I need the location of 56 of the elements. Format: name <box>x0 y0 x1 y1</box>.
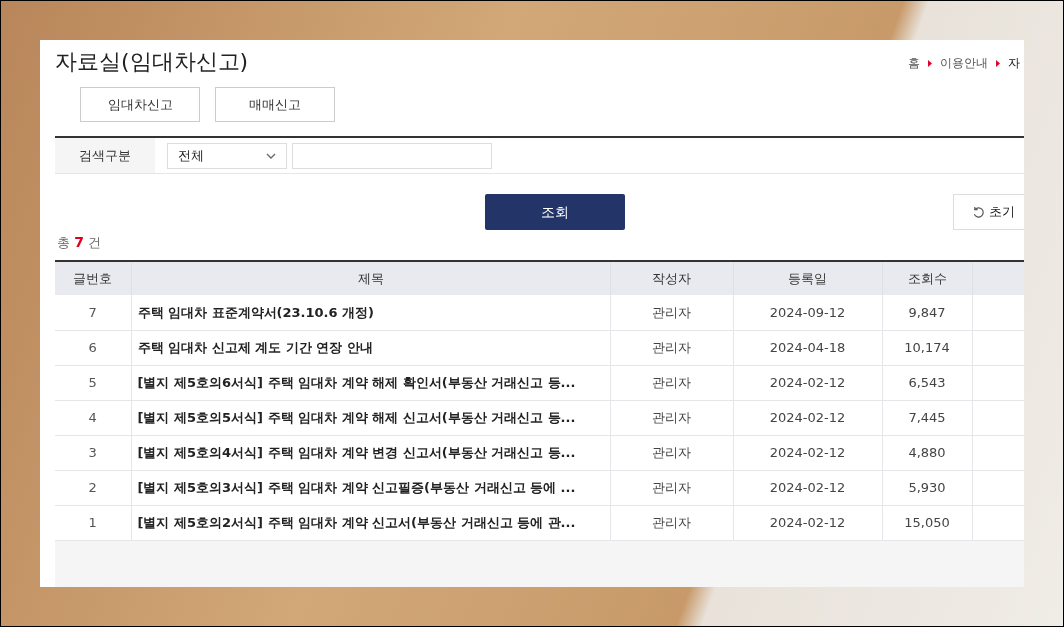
triangle-right-icon <box>928 59 932 67</box>
column-header: 제목 <box>131 261 610 295</box>
table-cell: 10,174 <box>882 330 972 365</box>
table-cell: 2024-02-12 <box>733 400 882 435</box>
post-title-link[interactable]: [별지 제5호의5서식] 주택 임대차 계약 해제 신고서(부동산 거래신고 등... <box>131 400 610 435</box>
search-button[interactable]: 조회 <box>485 194 625 230</box>
table-cell: 5,930 <box>882 470 972 505</box>
table-cell: 7,445 <box>882 400 972 435</box>
post-title-link[interactable]: [별지 제5호의2서식] 주택 임대차 계약 신고서(부동산 거래신고 등에 관... <box>131 505 610 540</box>
triangle-right-icon <box>996 59 1000 67</box>
category-tab[interactable]: 매매신고 <box>215 87 335 122</box>
table-cell: 2024-02-12 <box>733 435 882 470</box>
table-cell: 7 <box>55 295 131 330</box>
table-cell: 3 <box>55 435 131 470</box>
column-header: 글번호 <box>55 261 131 295</box>
table-cell: 2024-09-12 <box>733 295 882 330</box>
category-select[interactable]: 전체 <box>167 142 287 169</box>
table-cell: 4 <box>55 400 131 435</box>
table-cell: 관리자 <box>610 365 733 400</box>
column-header: 작성자 <box>610 261 733 295</box>
breadcrumb-link[interactable]: 이용안내 <box>940 54 988 72</box>
search-input[interactable] <box>292 142 492 169</box>
table-cell: 관리자 <box>610 295 733 330</box>
table-cell: 4,880 <box>882 435 972 470</box>
table-cell: 6 <box>55 330 131 365</box>
table-cell: 2024-02-12 <box>733 505 882 540</box>
reset-button[interactable]: 초기 <box>953 194 1024 230</box>
table-cell: 6,543 <box>882 365 972 400</box>
breadcrumb-link[interactable]: 홈 <box>908 54 920 72</box>
post-title-link[interactable]: [별지 제5호의3서식] 주택 임대차 계약 신고필증(부동산 거래신고 등에 ... <box>131 470 610 505</box>
table-cell: 9,847 <box>882 295 972 330</box>
table-cell: 관리자 <box>610 330 733 365</box>
table-cell: 관리자 <box>610 435 733 470</box>
chevron-down-icon <box>266 152 276 159</box>
table-cell: 관리자 <box>610 505 733 540</box>
total-count: 총 7 건 <box>57 233 102 252</box>
table-cell: 2024-04-18 <box>733 330 882 365</box>
page-title: 자료실(임대차신고) <box>55 48 249 76</box>
column-header: 조회수 <box>882 261 972 295</box>
search-label: 검색구분 <box>55 138 155 173</box>
table-cell: 1 <box>55 505 131 540</box>
table-cell: 관리자 <box>610 400 733 435</box>
post-title-link[interactable]: [별지 제5호의6서식] 주택 임대차 계약 해제 확인서(부동산 거래신고 등... <box>131 365 610 400</box>
table-cell: 관리자 <box>610 470 733 505</box>
post-title-link[interactable]: 주택 임대차 신고제 계도 기간 연장 안내 <box>131 330 610 365</box>
table-cell: 2 <box>55 470 131 505</box>
category-tab[interactable]: 임대차신고 <box>80 87 200 122</box>
table-cell: 2024-02-12 <box>733 365 882 400</box>
table-cell: 15,050 <box>882 505 972 540</box>
breadcrumb-link[interactable]: 자 <box>1008 54 1020 72</box>
column-header: 등록일 <box>733 261 882 295</box>
table-cell: 5 <box>55 365 131 400</box>
post-title-link[interactable]: [별지 제5호의4서식] 주택 임대차 계약 변경 신고서(부동산 거래신고 등... <box>131 435 610 470</box>
post-title-link[interactable]: 주택 임대차 표준계약서(23.10.6 개정) <box>131 295 610 330</box>
reset-icon <box>972 205 985 219</box>
table-cell: 2024-02-12 <box>733 470 882 505</box>
